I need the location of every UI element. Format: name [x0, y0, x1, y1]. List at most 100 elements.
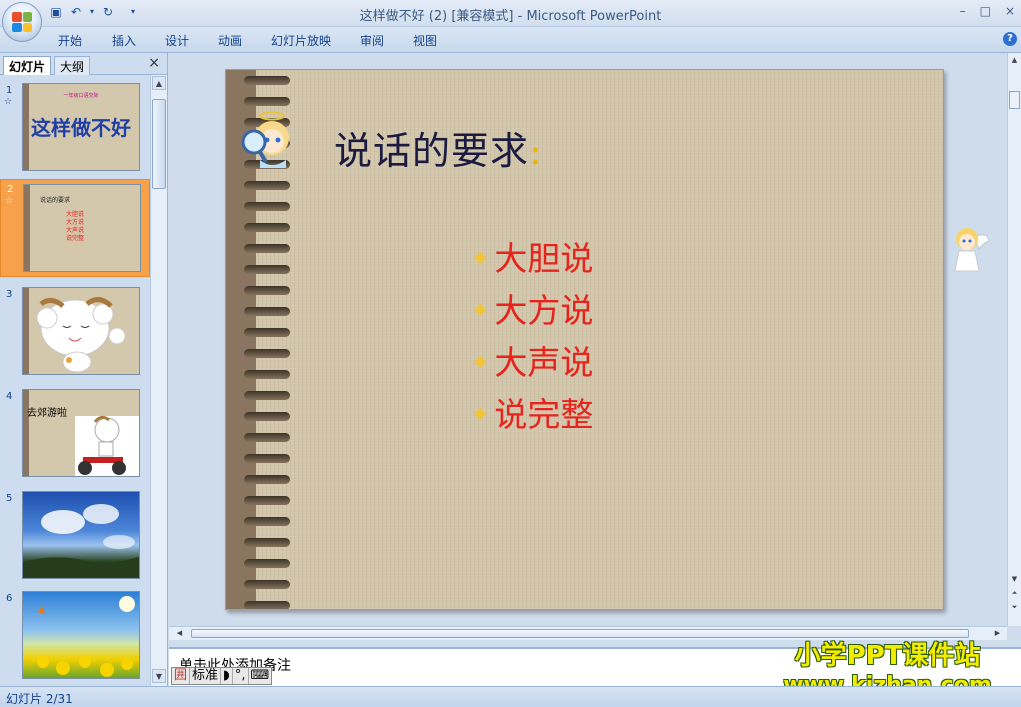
thumbnail-bullets: 大胆说 大方说 大声说 说完整: [66, 211, 84, 243]
bullet-item-3[interactable]: ◆ 大声说: [474, 336, 593, 384]
notebook-ring: [244, 223, 290, 232]
tab-view[interactable]: 视图: [413, 32, 437, 49]
thumbnail-bullet: 说完整: [66, 235, 85, 242]
tab-design[interactable]: 设计: [165, 32, 189, 49]
tab-slides[interactable]: 幻灯片: [3, 56, 52, 75]
scroll-up-icon[interactable]: ▲: [1008, 54, 1021, 67]
thumbnail-bullet: 大声说: [66, 227, 85, 234]
slide-title-text: 说话的要求: [334, 129, 530, 173]
minimize-button[interactable]: –: [960, 4, 966, 18]
notebook-ring: [244, 412, 290, 421]
thumbnail-image: [22, 491, 140, 579]
bullet-text: 大方说: [494, 291, 594, 330]
title-bar: ▣ ↶ ▾ ↻ ▾ 这样做不好 (2) [兼容模式] - Microsoft P…: [0, 0, 1021, 27]
slide-vertical-scrollbar[interactable]: ▲ ▼ ⏶ ⏷: [1007, 53, 1021, 626]
slide-number: 6: [6, 593, 13, 604]
scroll-thumb[interactable]: [1009, 91, 1020, 109]
slide-thumbnail-5[interactable]: 5: [0, 489, 150, 581]
slide-title[interactable]: 说话的要求:: [334, 120, 543, 175]
thumbnail-image: 一年级口语交际 这样做不好: [22, 83, 140, 171]
maximize-button[interactable]: □: [980, 4, 991, 18]
close-icon[interactable]: ×: [148, 55, 160, 71]
slide-thumbnail-3[interactable]: 3: [0, 285, 150, 377]
window-controls: – □ ×: [960, 4, 1015, 18]
bullet-item-2[interactable]: ◆ 大方说: [474, 284, 593, 332]
slide-thumbnail-4[interactable]: 4 去郊游啦: [0, 387, 150, 479]
ime-mode-button[interactable]: 标准: [190, 668, 222, 684]
current-slide[interactable]: 说话的要求: ◆ 大胆说 ◆ 大方说 ◆ 大声说 ◆ 说完整: [225, 69, 944, 610]
thumbnail-image: 说话的要求 大胆说 大方说 大声说 说完整: [23, 184, 141, 272]
thumbnail-caption: 说话的要求: [40, 197, 71, 204]
notebook-ring: [244, 517, 290, 526]
scroll-left-icon[interactable]: ◀: [173, 627, 186, 640]
angel-magnifier-icon: [241, 111, 289, 168]
scroll-thumb[interactable]: [191, 629, 969, 638]
ime-logo-icon[interactable]: 囲: [172, 668, 191, 684]
sheep-scooter-illustration: [75, 415, 139, 476]
notebook-ring: [244, 601, 290, 609]
slide-thumbnail-2[interactable]: 2 ☆ 说话的要求 大胆说 大方说 大声说 说完整: [0, 179, 150, 277]
slide-horizontal-scrollbar[interactable]: ◀ ▶: [169, 626, 1007, 640]
ime-halfwidth-icon[interactable]: ◗: [221, 668, 233, 684]
angel-mascot-icon: [954, 228, 989, 272]
close-button[interactable]: ×: [1005, 4, 1015, 18]
slide-editing-area: 说话的要求: ◆ 大胆说 ◆ 大方说 ◆ 大声说 ◆ 说完整 ▲ ▼ ⏶ ⏷ ◀ ▶: [169, 53, 1021, 640]
tab-outline[interactable]: 大纲: [54, 56, 91, 75]
notebook-ring: [244, 265, 290, 274]
slide-counter: 幻灯片 2/31: [6, 692, 73, 706]
slide-thumbnail-6[interactable]: 6: [0, 589, 150, 681]
notebook-ring: [244, 349, 290, 358]
bullet-item-4[interactable]: ◆ 说完整: [474, 388, 593, 436]
previous-slide-icon[interactable]: ⏶: [1008, 587, 1021, 600]
bullet-text: 大胆说: [494, 239, 594, 278]
ribbon-tabs: 开始 插入 设计 动画 幻灯片放映 审阅 视图 ?: [0, 27, 1021, 53]
thumbnail-scrollbar[interactable]: ▲ ▼: [150, 75, 167, 686]
tab-animations[interactable]: 动画: [218, 32, 242, 49]
notebook-ring: [244, 370, 290, 379]
tab-insert[interactable]: 插入: [112, 32, 136, 49]
slide-thumbnail-1[interactable]: 1 ☆ 一年级口语交际 这样做不好: [0, 81, 150, 175]
slide-number: 2: [7, 184, 14, 195]
thumbnail-bullet: 大方说: [66, 219, 85, 226]
scroll-down-icon[interactable]: ▼: [152, 669, 166, 683]
notebook-ring: [244, 391, 290, 400]
watermark-line-1: 小学PPT课件站: [794, 641, 981, 671]
notebook-ring: [244, 475, 290, 484]
office-button[interactable]: [2, 2, 42, 42]
sheep-illustration: [36, 297, 126, 373]
diamond-bullet-icon: ◆: [474, 350, 487, 370]
window-title: 这样做不好 (2) [兼容模式] - Microsoft PowerPoint: [359, 9, 662, 24]
sky-landscape-illustration: [23, 504, 139, 578]
ime-toolbar: 囲 标准 ◗ °, ⌨: [171, 667, 273, 685]
scroll-thumb[interactable]: [152, 99, 166, 189]
ime-punctuation-icon[interactable]: °,: [233, 668, 249, 684]
tab-review[interactable]: 审阅: [360, 32, 384, 49]
next-slide-icon[interactable]: ⏷: [1008, 601, 1021, 614]
diamond-bullet-icon: ◆: [474, 246, 487, 266]
flowers-butterfly-illustration: [37, 596, 135, 677]
thumbnail-bullet: 大胆说: [66, 211, 85, 218]
thumbnail-title: 这样做不好: [31, 116, 131, 140]
transition-icon: ☆: [5, 196, 14, 206]
slide-number: 1: [6, 85, 13, 96]
help-icon[interactable]: ?: [1003, 32, 1017, 46]
notebook-ring: [244, 433, 290, 442]
notebook-ring: [244, 244, 290, 253]
scroll-up-icon[interactable]: ▲: [152, 76, 166, 90]
notebook-ring: [244, 181, 290, 190]
notebook-ring: [244, 559, 290, 568]
notebook-ring: [244, 202, 290, 211]
diamond-bullet-icon: ◆: [474, 402, 487, 422]
tab-slideshow[interactable]: 幻灯片放映: [271, 32, 331, 49]
bullet-item-1[interactable]: ◆ 大胆说: [474, 232, 593, 280]
notebook-ring: [244, 286, 290, 295]
ime-keyboard-icon[interactable]: ⌨: [249, 668, 272, 684]
scroll-down-icon[interactable]: ▼: [1008, 573, 1021, 586]
transition-icon: ☆: [4, 97, 13, 107]
notebook-ring: [244, 580, 290, 589]
tab-home[interactable]: 开始: [58, 32, 82, 49]
thumbnail-image: 去郊游啦: [22, 389, 140, 477]
status-bar: 幻灯片 2/31: [0, 686, 1021, 707]
scroll-right-icon[interactable]: ▶: [991, 627, 1004, 640]
notebook-ring: [244, 97, 290, 106]
